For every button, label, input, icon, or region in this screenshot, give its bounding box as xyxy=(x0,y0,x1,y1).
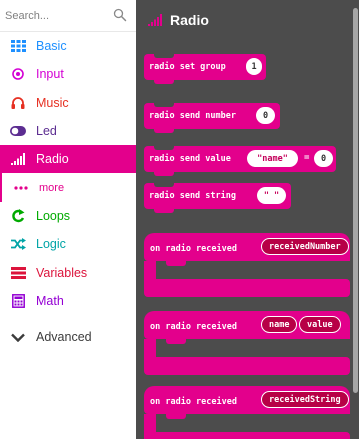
category-logic[interactable]: Logic xyxy=(0,230,136,258)
block-on-received-number[interactable]: on radio received receivedNumber xyxy=(144,233,350,297)
flyout-header: Radio xyxy=(148,12,209,28)
category-label: Radio xyxy=(36,152,69,167)
received-number-variable[interactable]: receivedNumber xyxy=(261,238,349,255)
category-label: Math xyxy=(36,293,64,308)
category-label: Music xyxy=(36,95,69,110)
category-label: Advanced xyxy=(36,330,92,345)
category-label: Loops xyxy=(36,208,71,223)
number-value-input[interactable]: 0 xyxy=(256,107,275,124)
block-on-received-string[interactable]: on radio received receivedString xyxy=(144,386,350,439)
search-icon[interactable] xyxy=(113,8,127,22)
block-text: on radio received xyxy=(150,244,237,254)
loop-arrow-icon xyxy=(9,208,27,224)
target-icon xyxy=(9,66,27,82)
block-text: radio send string xyxy=(149,191,236,201)
toggle-icon xyxy=(9,123,27,139)
signal-bars-icon xyxy=(148,14,162,26)
category-variables[interactable]: Variables xyxy=(0,258,136,286)
chevron-down-icon xyxy=(9,329,27,345)
block-on-received-value[interactable]: on radio received name value xyxy=(144,311,350,375)
category-basic[interactable]: Basic xyxy=(0,32,136,60)
shuffle-icon xyxy=(9,236,27,252)
search-bar xyxy=(0,0,136,32)
flyout-scrollbar[interactable] xyxy=(353,8,358,393)
received-value-variable[interactable]: value xyxy=(299,316,341,333)
block-radio-send-string[interactable]: radio send string " " xyxy=(144,182,291,213)
name-string-input[interactable]: "name" xyxy=(247,150,298,167)
blocks-flyout: Radio radio set group 1 radio send numbe… xyxy=(136,0,359,439)
category-math[interactable]: Math xyxy=(0,287,136,315)
block-radio-set-group[interactable]: radio set group 1 xyxy=(144,53,266,84)
toolbox-sidebar: Basic Input Music Led xyxy=(0,0,136,439)
block-radio-send-value[interactable]: radio send value "name" = 0 xyxy=(144,145,336,176)
category-label: Basic xyxy=(36,39,67,54)
category-led[interactable]: Led xyxy=(0,117,136,145)
flyout-title: Radio xyxy=(170,12,209,28)
category-radio-more[interactable]: more xyxy=(0,173,136,202)
category-label: Led xyxy=(36,124,57,139)
signal-bars-icon xyxy=(9,151,27,167)
block-text: radio set group xyxy=(149,62,226,72)
block-text: on radio received xyxy=(150,322,237,332)
category-input[interactable]: Input xyxy=(0,60,136,88)
category-label: Input xyxy=(36,67,64,82)
headphones-icon xyxy=(9,95,27,111)
grid-icon xyxy=(9,38,27,54)
category-loops[interactable]: Loops xyxy=(0,202,136,230)
string-value-input[interactable]: " " xyxy=(257,187,286,204)
received-string-variable[interactable]: receivedString xyxy=(261,391,349,408)
category-label: more xyxy=(39,181,65,194)
dots-icon xyxy=(12,180,30,196)
block-text: radio send number xyxy=(149,111,236,121)
block-text: on radio received xyxy=(150,397,237,407)
block-radio-send-number[interactable]: radio send number 0 xyxy=(144,102,280,133)
equals-sign: = xyxy=(304,153,310,163)
category-music[interactable]: Music xyxy=(0,89,136,117)
value-number-input[interactable]: 0 xyxy=(314,150,333,167)
category-advanced[interactable]: Advanced xyxy=(0,323,136,351)
calculator-icon xyxy=(9,293,27,309)
category-label: Logic xyxy=(36,237,66,252)
category-label: Variables xyxy=(36,265,88,280)
lines-icon xyxy=(9,265,27,281)
block-text: radio send value xyxy=(149,154,231,164)
category-radio[interactable]: Radio xyxy=(0,145,136,174)
received-name-variable[interactable]: name xyxy=(261,316,298,333)
group-value-input[interactable]: 1 xyxy=(246,58,262,75)
